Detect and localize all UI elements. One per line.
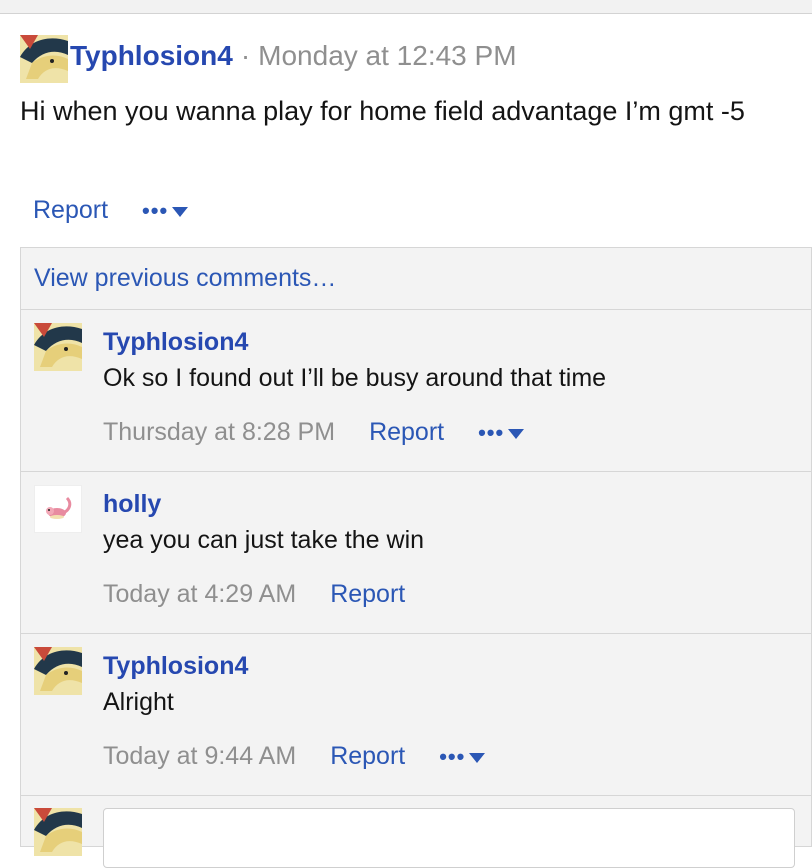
caret-down-icon <box>469 752 486 763</box>
report-link[interactable]: Report <box>330 580 405 609</box>
report-link[interactable]: Report <box>33 196 108 225</box>
typhlosion-avatar-icon <box>34 808 82 856</box>
comment-item: holly yea you can just take the win Toda… <box>21 472 811 634</box>
post-header: Typhlosion4 · Monday at 12:43 PM <box>70 36 517 76</box>
report-link[interactable]: Report <box>330 742 405 771</box>
post-author-link[interactable]: Typhlosion4 <box>70 40 233 72</box>
more-menu-button[interactable]: ••• <box>142 197 189 223</box>
ellipsis-icon: ••• <box>478 419 505 445</box>
current-user-avatar[interactable] <box>34 808 82 856</box>
comment-timestamp[interactable]: Thursday at 8:28 PM <box>103 418 335 447</box>
report-link[interactable]: Report <box>369 418 444 447</box>
comment-text: Alright <box>103 688 174 716</box>
comment-timestamp[interactable]: Today at 9:44 AM <box>103 742 296 771</box>
top-divider <box>0 0 812 14</box>
typhlosion-avatar-icon <box>34 323 82 371</box>
comment-text: yea you can just take the win <box>103 526 425 554</box>
view-previous-row: View previous comments… <box>21 248 811 310</box>
comment-actions: Today at 9:44 AM Report ••• <box>103 742 486 771</box>
comment-avatar[interactable] <box>34 323 82 371</box>
ellipsis-icon: ••• <box>142 197 169 223</box>
caret-down-icon <box>508 428 525 439</box>
typhlosion-avatar-icon <box>34 647 82 695</box>
separator-dot: · <box>240 40 251 71</box>
comments-section: View previous comments… Typhlosion4 Ok s… <box>20 247 812 868</box>
view-previous-comments-link[interactable]: View previous comments… <box>34 264 336 293</box>
author-avatar[interactable] <box>20 35 68 83</box>
typhlosion-avatar-icon <box>20 35 68 83</box>
comment-author-link[interactable]: Typhlosion4 <box>103 652 248 681</box>
comment-text: Ok so I found out I’ll be busy around th… <box>103 364 607 392</box>
more-menu-button[interactable]: ••• <box>439 743 486 769</box>
comment-timestamp[interactable]: Today at 4:29 AM <box>103 580 296 609</box>
comment-actions: Today at 4:29 AM Report <box>103 580 405 609</box>
comment-item: Typhlosion4 Ok so I found out I’ll be bu… <box>21 310 811 472</box>
post-body: Hi when you wanna play for home field ad… <box>20 96 745 126</box>
slowpoke-avatar-icon <box>35 486 81 532</box>
post-timestamp[interactable]: Monday at 12:43 PM <box>258 40 516 72</box>
comment-author-link[interactable]: holly <box>103 490 161 519</box>
reply-row <box>21 796 811 868</box>
caret-down-icon <box>172 206 189 217</box>
comment-item: Typhlosion4 Alright Today at 9:44 AM Rep… <box>21 634 811 796</box>
reply-input[interactable] <box>103 808 795 868</box>
ellipsis-icon: ••• <box>439 743 466 769</box>
comment-avatar[interactable] <box>34 485 82 533</box>
comment-author-link[interactable]: Typhlosion4 <box>103 328 248 357</box>
comment-avatar[interactable] <box>34 647 82 695</box>
comment-actions: Thursday at 8:28 PM Report ••• <box>103 418 525 447</box>
post-actions: Report ••• <box>33 196 189 225</box>
more-menu-button[interactable]: ••• <box>478 419 525 445</box>
